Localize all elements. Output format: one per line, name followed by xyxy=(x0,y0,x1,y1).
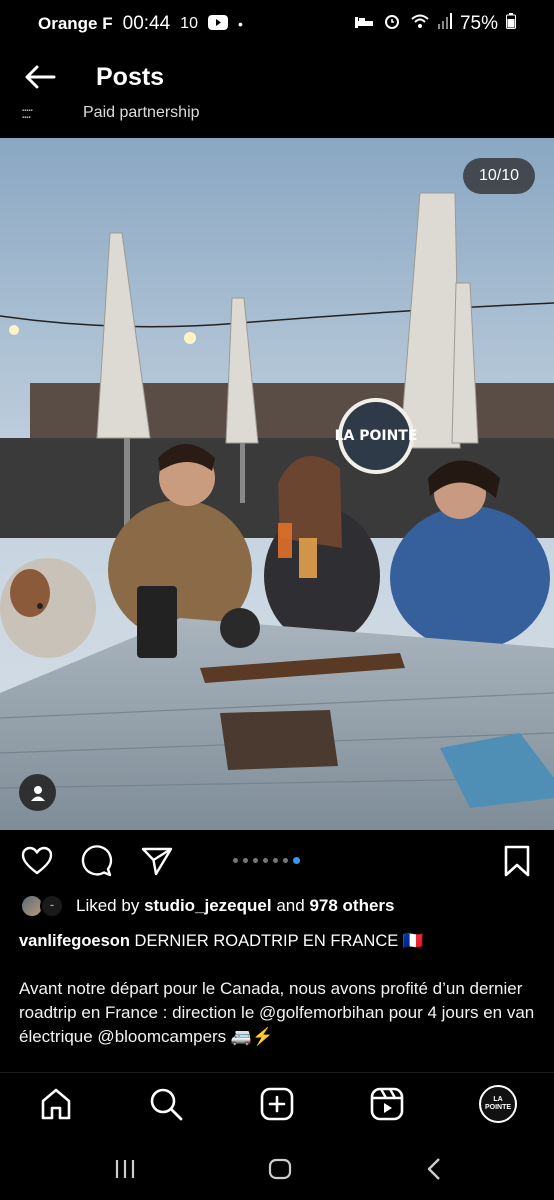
comment-icon xyxy=(81,845,113,877)
wifi-icon xyxy=(410,13,430,35)
page-title: Posts xyxy=(96,62,165,91)
caption-title: DERNIER ROADTRIP EN FRANCE 🇫🇷 xyxy=(134,932,424,950)
dot-icon: • xyxy=(237,16,243,32)
liked-by-user[interactable]: studio_jezequel xyxy=(144,896,272,916)
user-icon xyxy=(30,785,45,801)
profile-avatar: LA POINTE xyxy=(479,1085,517,1123)
liked-by-and: and xyxy=(276,896,305,915)
caption-username[interactable]: vanlifegoeson xyxy=(19,932,130,950)
recents-icon xyxy=(115,1160,135,1178)
profile-avatar-text: POINTE xyxy=(484,1104,512,1111)
alarm-icon xyxy=(382,13,402,35)
likes-row[interactable]: ▪▪ Liked by studio_jezequel and 978 othe… xyxy=(20,893,394,919)
post-photo: LA POINTE xyxy=(0,138,554,830)
carousel-dot xyxy=(233,858,238,863)
liked-by-others[interactable]: 978 others xyxy=(309,896,394,916)
carousel-indicator xyxy=(233,857,300,864)
like-button[interactable] xyxy=(20,844,54,878)
back-button[interactable] xyxy=(20,57,60,97)
system-nav-bar xyxy=(0,1140,554,1196)
bed-icon xyxy=(354,13,374,35)
recent-apps-button[interactable] xyxy=(110,1154,140,1184)
battery-level: 75% xyxy=(459,13,498,34)
youtube-icon xyxy=(207,14,228,35)
top-header: Posts xyxy=(0,52,554,102)
send-icon xyxy=(141,847,173,876)
back-arrow-icon xyxy=(25,65,56,89)
carousel-dot xyxy=(243,858,248,863)
signal-icon xyxy=(437,13,452,35)
carousel-dot xyxy=(263,858,268,863)
nav-profile[interactable]: LA POINTE xyxy=(479,1085,517,1123)
clock: 00:44 xyxy=(122,13,171,34)
home-system-button[interactable] xyxy=(265,1154,295,1184)
paid-partnership-label[interactable]: Paid partnership xyxy=(83,104,200,122)
caption-title-row: vanlifegoeson DERNIER ROADTRIP EN FRANCE… xyxy=(19,929,539,953)
la-pointe-sign: LA POINTE xyxy=(335,428,418,444)
reels-icon xyxy=(370,1087,404,1121)
caption-body: Avant notre départ pour le Canada, nous … xyxy=(19,979,535,1046)
comment-button[interactable] xyxy=(80,844,114,878)
carrier-label: Orange F xyxy=(38,14,113,33)
home-icon xyxy=(41,1088,71,1120)
status-bar: Orange F 00:44 10 • 75% xyxy=(0,0,554,48)
back-system-button[interactable] xyxy=(420,1154,450,1184)
profile-avatar-text: LA xyxy=(493,1096,503,1103)
avatar: ▪▪ xyxy=(40,894,64,918)
nav-search[interactable] xyxy=(147,1085,185,1123)
create-icon xyxy=(260,1087,294,1121)
notification-count: 10 xyxy=(180,15,198,32)
bottom-nav: LA POINTE xyxy=(0,1072,554,1134)
chevron-left-icon xyxy=(427,1158,440,1180)
search-icon xyxy=(150,1088,183,1121)
nav-home[interactable] xyxy=(37,1085,75,1123)
battery-icon xyxy=(506,13,516,35)
carousel-dot xyxy=(273,858,278,863)
tagged-users-button[interactable] xyxy=(19,774,56,811)
nav-reels[interactable] xyxy=(368,1085,406,1123)
post-image[interactable]: LA POINTE 10/10 xyxy=(0,138,554,830)
carousel-dot-active xyxy=(293,857,300,864)
nav-create[interactable] xyxy=(258,1085,296,1123)
brand-logo[interactable]: ▪▪▪▪▪ ▪▪▪▪ xyxy=(22,108,54,122)
carousel-dot xyxy=(283,858,288,863)
heart-icon xyxy=(21,846,53,875)
save-button[interactable] xyxy=(500,844,534,878)
post-actions xyxy=(0,838,554,884)
bookmark-icon xyxy=(504,845,530,877)
carousel-dot xyxy=(253,858,258,863)
image-counter: 10/10 xyxy=(463,158,535,194)
share-button[interactable] xyxy=(140,844,174,878)
liker-avatars: ▪▪ xyxy=(20,893,68,919)
home-square-icon xyxy=(268,1158,292,1180)
post-header-row: ▪▪▪▪▪ ▪▪▪▪ Paid partnership xyxy=(0,100,554,138)
liked-by-prefix: Liked by xyxy=(76,896,140,915)
